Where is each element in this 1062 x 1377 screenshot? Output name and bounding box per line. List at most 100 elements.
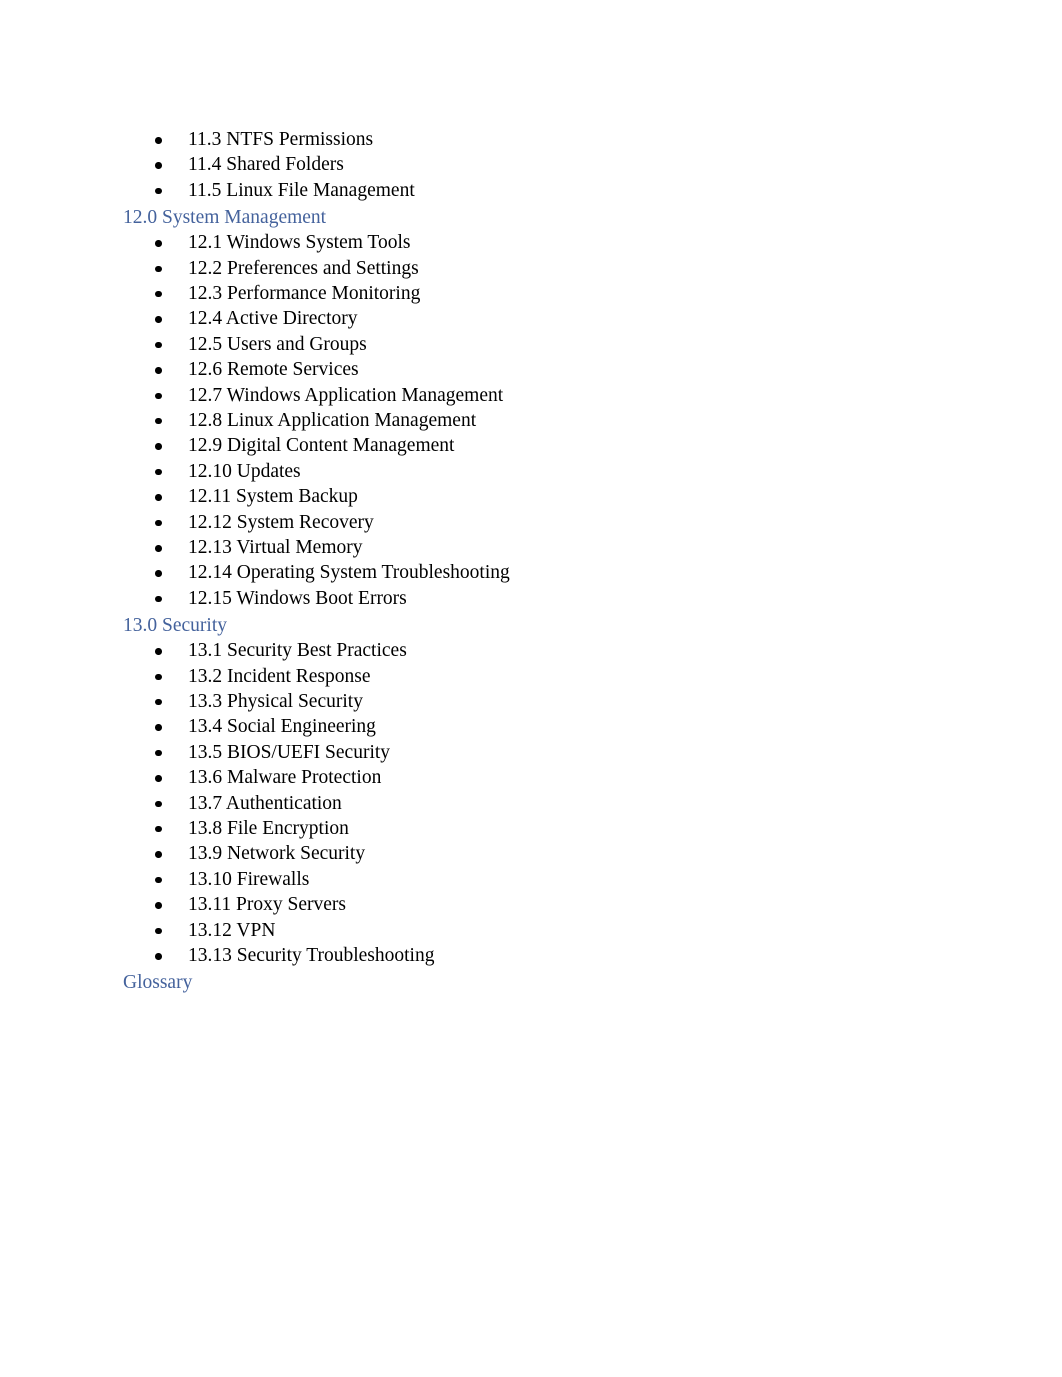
toc-list-item[interactable]: 12.1 Windows System Tools (123, 230, 1002, 255)
toc-item-label: 13.9 Network Security (188, 843, 366, 865)
bullet-icon (155, 638, 162, 663)
toc-item-label: 13.8 File Encryption (188, 817, 349, 839)
toc-list-item[interactable]: 12.14 Operating System Troubleshooting (123, 560, 1002, 585)
toc-list-item[interactable]: 13.13 Security Troubleshooting (123, 943, 1002, 968)
bullet-icon (155, 535, 162, 560)
bullet-icon (155, 918, 162, 943)
toc-item-label: 13.6 Malware Protection (188, 767, 382, 789)
toc-item-label: 12.7 Windows Application Management (188, 384, 504, 406)
toc-list-item[interactable]: 12.6 Remote Services (123, 357, 1002, 382)
toc-item-label: 12.5 Users and Groups (188, 333, 367, 355)
toc-list-item[interactable]: 13.11 Proxy Servers (123, 892, 1002, 917)
toc-list-item[interactable]: 12.11 System Backup (123, 484, 1002, 509)
toc-item-label: 12.2 Preferences and Settings (188, 257, 419, 279)
toc-list-item[interactable]: 12.4 Active Directory (123, 306, 1002, 331)
toc-list-item[interactable]: 13.7 Authentication (123, 791, 1002, 816)
bullet-icon (155, 433, 162, 458)
toc-sub-list: 11.3 NTFS Permissions 11.4 Shared Folders… (123, 127, 1002, 203)
bullet-icon (155, 892, 162, 917)
toc-item-label: 12.4 Active Directory (188, 308, 358, 330)
toc-section-heading[interactable]: 13.0 Security (123, 613, 1002, 638)
toc-list-item[interactable]: 12.13 Virtual Memory (123, 535, 1002, 560)
toc-item-label: 13.12 VPN (188, 919, 276, 941)
toc-sub-list: 13.1 Security Best Practices 13.2 Inciden… (123, 638, 1002, 968)
bullet-icon (155, 791, 162, 816)
document-page: 11.3 NTFS Permissions 11.4 Shared Folders… (0, 0, 1062, 1377)
toc-list-item[interactable]: 12.10 Updates (123, 459, 1002, 484)
toc-list-item[interactable]: 13.6 Malware Protection (123, 765, 1002, 790)
bullet-icon (155, 765, 162, 790)
toc-item-label: 12.6 Remote Services (188, 359, 359, 381)
toc-list-item[interactable]: 13.9 Network Security (123, 841, 1002, 866)
toc-list-item[interactable]: 11.5 Linux File Management (123, 178, 1002, 203)
toc-item-label: 12.11 System Backup (188, 486, 358, 508)
bullet-icon (155, 383, 162, 408)
toc-list-item[interactable]: 13.12 VPN (123, 918, 1002, 943)
toc-item-label: 11.4 Shared Folders (188, 154, 344, 176)
bullet-icon (155, 689, 162, 714)
toc-list-item[interactable]: 12.5 Users and Groups (123, 332, 1002, 357)
bullet-icon (155, 281, 162, 306)
toc-list-item[interactable]: 12.15 Windows Boot Errors (123, 586, 1002, 611)
toc-list-item[interactable]: 12.9 Digital Content Management (123, 433, 1002, 458)
bullet-icon (155, 408, 162, 433)
toc-list-item[interactable]: 12.7 Windows Application Management (123, 383, 1002, 408)
toc-item-label: 12.12 System Recovery (188, 511, 374, 533)
bullet-icon (155, 152, 162, 177)
bullet-icon (155, 459, 162, 484)
toc-list-item[interactable]: 11.3 NTFS Permissions (123, 127, 1002, 152)
toc-item-label: 11.3 NTFS Permissions (188, 129, 374, 150)
bullet-icon (155, 484, 162, 509)
toc-list-item[interactable]: 13.10 Firewalls (123, 867, 1002, 892)
toc-list-item[interactable]: 13.2 Incident Response (123, 664, 1002, 689)
toc-item-label: 13.3 Physical Security (188, 690, 363, 712)
toc-section-heading[interactable]: 12.0 System Management (123, 205, 1002, 230)
toc-section-heading[interactable]: Glossary (123, 970, 1002, 995)
toc-list-item[interactable]: 11.4 Shared Folders (123, 152, 1002, 177)
toc-item-label: 13.13 Security Troubleshooting (188, 945, 435, 966)
bullet-icon (155, 306, 162, 331)
bullet-icon (155, 841, 162, 866)
bullet-icon (155, 586, 162, 611)
bullet-icon (155, 867, 162, 892)
bullet-icon (155, 664, 162, 689)
table-of-contents: 11.3 NTFS Permissions 11.4 Shared Folders… (123, 127, 1002, 995)
toc-item-label: 13.11 Proxy Servers (188, 894, 346, 916)
bullet-icon (155, 740, 162, 765)
toc-item-label: 12.14 Operating System Troubleshooting (188, 562, 510, 584)
toc-item-label: 12.3 Performance Monitoring (188, 282, 421, 304)
toc-list-item[interactable]: 12.8 Linux Application Management (123, 408, 1002, 433)
toc-list-item[interactable]: 12.3 Performance Monitoring (123, 281, 1002, 306)
toc-list-item[interactable]: 13.5 BIOS/UEFI Security (123, 740, 1002, 765)
toc-item-label: 13.7 Authentication (188, 792, 342, 814)
toc-item-label: 13.10 Firewalls (188, 868, 310, 890)
toc-list-item[interactable]: 13.4 Social Engineering (123, 714, 1002, 739)
bullet-icon (155, 256, 162, 281)
toc-item-label: 11.5 Linux File Management (188, 179, 415, 201)
toc-item-label: 12.9 Digital Content Management (188, 435, 455, 457)
toc-sub-list: 12.1 Windows System Tools 12.2 Preference… (123, 230, 1002, 611)
bullet-icon (155, 230, 162, 255)
bullet-icon (155, 510, 162, 535)
toc-item-label: 12.13 Virtual Memory (188, 537, 363, 558)
toc-item-label: 13.2 Incident Response (188, 665, 371, 687)
bullet-icon (155, 943, 162, 968)
toc-list-item[interactable]: 13.3 Physical Security (123, 689, 1002, 714)
bullet-icon (155, 357, 162, 382)
toc-list-item[interactable]: 12.12 System Recovery (123, 510, 1002, 535)
toc-list-item[interactable]: 13.8 File Encryption (123, 816, 1002, 841)
bullet-icon (155, 127, 162, 152)
bullet-icon (155, 332, 162, 357)
toc-item-label: 13.1 Security Best Practices (188, 640, 407, 662)
toc-item-label: 12.8 Linux Application Management (188, 409, 477, 431)
bullet-icon (155, 816, 162, 841)
toc-item-label: 13.4 Social Engineering (188, 716, 376, 738)
toc-item-label: 13.5 BIOS/UEFI Security (188, 741, 391, 763)
bullet-icon (155, 714, 162, 739)
toc-item-label: 12.15 Windows Boot Errors (188, 587, 407, 609)
bullet-icon (155, 560, 162, 585)
toc-item-label: 12.10 Updates (188, 460, 301, 482)
bullet-icon (155, 178, 162, 203)
toc-list-item[interactable]: 12.2 Preferences and Settings (123, 256, 1002, 281)
toc-list-item[interactable]: 13.1 Security Best Practices (123, 638, 1002, 663)
